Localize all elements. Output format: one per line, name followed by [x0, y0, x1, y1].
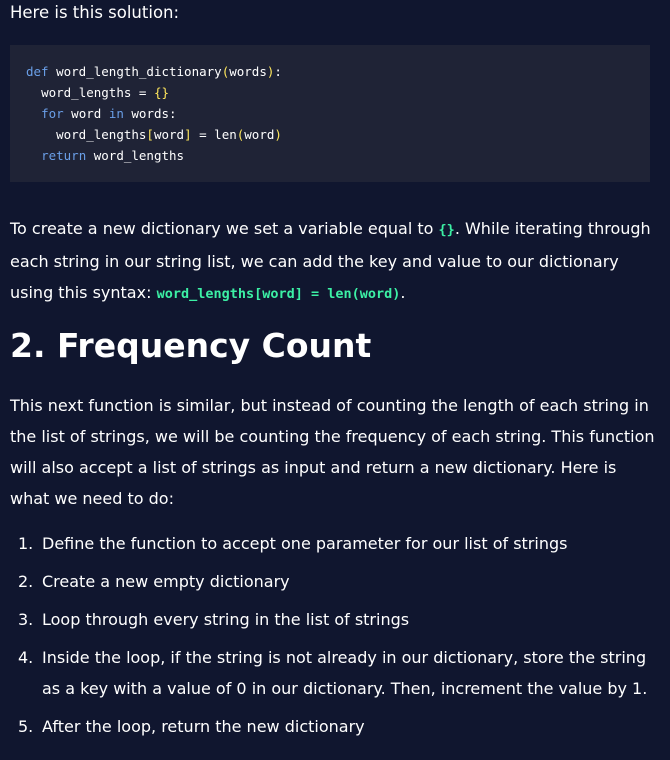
dict-key: word: [153, 127, 185, 142]
inline-code-empty-dict: {}: [438, 222, 455, 238]
list-item: 1. Define the function to accept one para…: [10, 528, 660, 559]
function-name: word_length_dictionary: [56, 64, 222, 79]
list-item: 3. Loop through every string in the list …: [10, 604, 660, 635]
code-line-3: for word in words:: [41, 106, 177, 121]
list-item: 5. After the loop, return the new diction…: [10, 711, 660, 742]
step-number: 3.: [18, 610, 34, 629]
intro-text: Here is this solution:: [10, 3, 180, 22]
loop-var: word: [71, 106, 102, 121]
param-words: words: [229, 64, 267, 79]
paragraph1-text-a: To create a new dictionary we set a vari…: [10, 219, 439, 238]
var-word-lengths: word_lengths: [41, 85, 132, 100]
dict-target: word_lengths: [56, 127, 147, 142]
code-block: def word_length_dictionary(words): word_…: [10, 45, 650, 182]
keyword-def: def: [26, 64, 49, 79]
paragraph-dictionary-explanation: To create a new dictionary we set a vari…: [10, 213, 660, 310]
assign-op: =: [131, 85, 154, 100]
keyword-return: return: [41, 148, 87, 163]
code-content: def word_length_dictionary(words): word_…: [26, 61, 650, 166]
assign-op: =: [191, 127, 215, 142]
len-arg: word: [244, 127, 275, 142]
step-text: Inside the loop, if the string is not al…: [42, 648, 648, 698]
step-text: Loop through every string in the list of…: [42, 610, 410, 629]
loop-iter: words: [131, 106, 170, 121]
inline-code-syntax: word_lengths[word] = len(word): [156, 286, 401, 302]
step-number: 2.: [18, 572, 34, 591]
code-line-2: word_lengths = {}: [41, 85, 169, 100]
step-text: After the loop, return the new dictionar…: [42, 717, 365, 736]
paragraph-frequency-intro: This next function is similar, but inste…: [10, 396, 655, 508]
list-item: 4. Inside the loop, if the string is not …: [10, 642, 660, 704]
bracket-close: ]: [184, 127, 192, 142]
len-call: len: [214, 127, 237, 142]
code-line-1: def word_length_dictionary(words):: [26, 64, 282, 79]
step-text: Define the function to accept one parame…: [42, 534, 568, 553]
bracket-open: [: [146, 127, 154, 142]
article-page: Here is this solution: def word_length_d…: [0, 0, 670, 760]
paren-close: ): [274, 127, 282, 142]
steps-list: 1. Define the function to accept one para…: [10, 528, 660, 749]
colon: :: [169, 106, 177, 121]
list-item: 2. Create a new empty dictionary: [10, 566, 660, 597]
keyword-for: for: [41, 106, 64, 121]
step-text: Create a new empty dictionary: [42, 572, 290, 591]
empty-dict: {}: [153, 85, 170, 100]
return-var: word_lengths: [93, 148, 185, 163]
step-number: 4.: [18, 648, 34, 667]
step-number: 5.: [18, 717, 34, 736]
code-line-4: word_lengths[word] = len(word): [56, 127, 282, 142]
step-number: 1.: [18, 534, 34, 553]
code-line-5: return word_lengths: [41, 148, 184, 163]
paragraph1-text-c: .: [400, 283, 406, 302]
section-heading: 2. Frequency Count: [10, 326, 372, 365]
keyword-in: in: [108, 106, 124, 121]
colon: :: [274, 64, 282, 79]
